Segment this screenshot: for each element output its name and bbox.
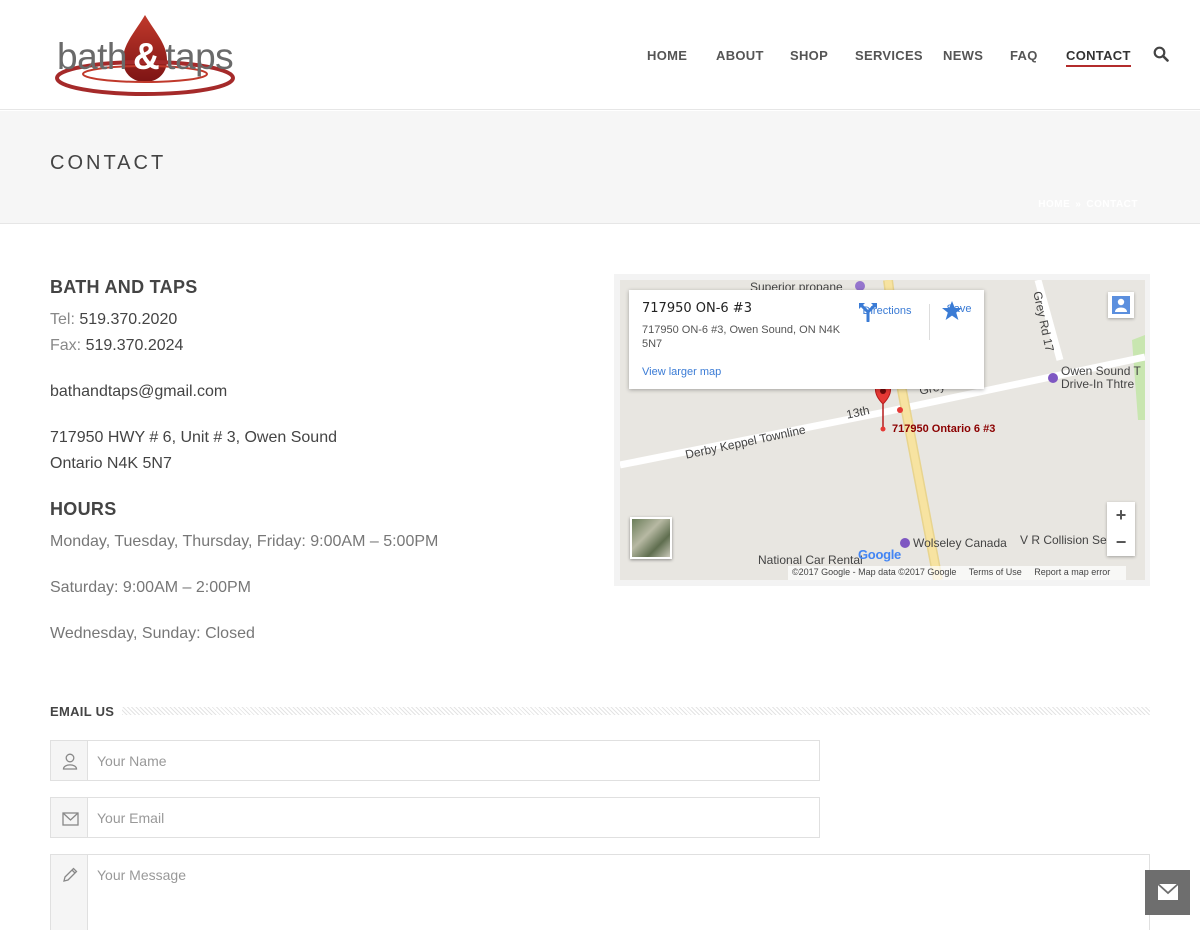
report-map-error-link[interactable]: Report a map error [1034,567,1110,577]
map-label-vr-collision-text: V R Collision Se [1020,533,1107,547]
map-label-national: National Car Rental [758,553,863,567]
card-divider [929,304,930,340]
envelope-icon [1157,883,1179,900]
google-map[interactable]: Superior propane Grey Rd 17 Grey Rd 13th… [620,280,1145,580]
map-copyright: ©2017 Google - Map data ©2017 Google [792,567,957,577]
name-addon [51,741,88,780]
email-us-heading: EMAIL US [50,704,115,719]
place-title: 717950 ON-6 #3 [642,301,752,316]
terms-of-use-link[interactable]: Terms of Use [969,567,1022,577]
fax-label: Fax: [50,337,82,354]
pin-dot [897,407,903,413]
site-header: bath & taps HOME ABOUT SHOP SERVICES NEWS … [0,0,1200,110]
directions-icon [859,303,877,322]
tel-value[interactable]: 519.370.2020 [79,311,177,328]
zoom-control: + − [1107,502,1135,556]
envelope-icon [62,812,79,826]
map-pin-base [880,426,886,432]
nav-shop[interactable]: SHOP [790,48,828,63]
hours-title: HOURS [50,499,117,519]
zoom-in-button[interactable]: + [1107,502,1135,529]
star-icon [942,301,962,320]
satellite-toggle[interactable] [630,517,672,559]
name-input[interactable] [89,741,819,780]
pencil-icon [63,867,78,882]
message-textarea[interactable] [89,867,1149,930]
hours-closed: Wednesday, Sunday: Closed [50,625,255,642]
breadcrumb-separator: » [1075,199,1082,210]
floating-contact-button[interactable] [1145,870,1190,915]
nav-home[interactable]: HOME [647,48,687,63]
map-place-card: 717950 ON-6 #3 717950 ON-6 #3, Owen Soun… [629,290,984,389]
email-addon [51,798,88,837]
map-frame: Superior propane Grey Rd 17 Grey Rd 13th… [614,274,1150,586]
message-addon [51,855,88,930]
map-label-wolseley: Wolseley Canada [913,536,1007,550]
business-name: BATH AND TAPS [50,277,198,297]
address-line-2: Ontario N4K 5N7 [50,455,172,472]
nav-about[interactable]: ABOUT [716,48,764,63]
site-logo[interactable]: bath & taps [55,14,237,98]
search-button[interactable] [1153,46,1171,64]
google-logo-text: Google [858,547,901,562]
breadcrumb-home[interactable]: HOME [1038,199,1070,210]
hours-saturday: Saturday: 9:00AM – 2:00PM [50,579,251,596]
fax-value: 519.370.2024 [85,337,184,354]
nav-news[interactable]: NEWS [943,48,983,63]
search-icon [1153,46,1169,62]
email-us-divider [122,707,1150,715]
zoom-out-button[interactable]: − [1107,529,1135,556]
place-address: 717950 ON-6 #3, Owen Sound, ON N4K 5N7 [642,324,841,350]
poi-marker-drive-in [1048,373,1058,383]
google-logo: Google [858,547,901,562]
page-title: CONTACT [50,152,167,174]
email-input[interactable] [89,798,819,837]
breadcrumb-current: CONTACT [1086,199,1138,210]
map-footer: ©2017 Google - Map data ©2017 Google Ter… [788,566,1127,580]
message-field [50,854,1150,930]
map-label-drive-in-2: Drive-In Thtre [1061,377,1135,391]
map-label-drive-in: Owen Sound T Drive-In Thtre [1061,365,1141,391]
view-larger-map-link[interactable]: View larger map [642,366,721,378]
directions-button[interactable]: Directions [857,302,917,322]
street-view-pegman[interactable] [1108,292,1134,318]
address-line-1: 717950 HWY # 6, Unit # 3, Owen Sound [50,429,337,446]
phone-line: Tel: 519.370.2020 [50,311,177,329]
page-title-band: CONTACT HOME » CONTACT [0,111,1200,224]
fax-line: Fax: 519.370.2024 [50,337,183,355]
pin-label: 717950 Ontario 6 #3 [892,423,996,435]
breadcrumb: HOME » CONTACT [1033,199,1138,210]
save-button[interactable]: Save [941,300,977,320]
nav-faq[interactable]: FAQ [1010,48,1038,63]
email-link[interactable]: bathandtaps@gmail.com [50,383,227,401]
tel-label: Tel: [50,311,75,328]
name-field [50,740,820,781]
hours-weekdays: Monday, Tuesday, Thursday, Friday: 9:00A… [50,533,439,550]
nav-contact[interactable]: CONTACT [1066,48,1131,67]
user-icon [62,753,78,770]
email-field [50,797,820,838]
pegman-icon [1112,296,1130,314]
logo-text: bath & taps [57,36,234,77]
poi-marker-wolseley [900,538,910,548]
nav-services[interactable]: SERVICES [855,48,923,63]
map-label-vr-collision: V R Collision Sees [1020,533,1119,547]
